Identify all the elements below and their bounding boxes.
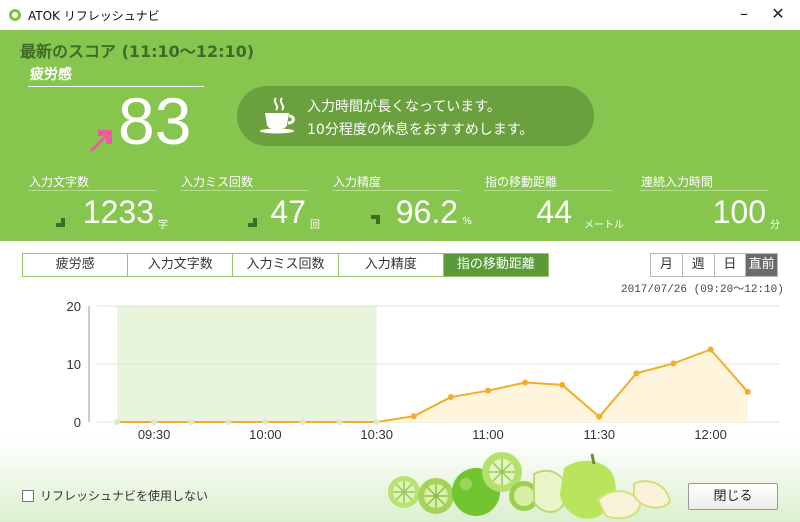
stat-label: 入力精度 [333, 175, 382, 189]
stat-label: 指の移動距離 [485, 175, 558, 189]
disable-navi-label: リフレッシュナビを使用しない [40, 489, 209, 503]
tab-accuracy[interactable]: 入力精度 [338, 254, 444, 276]
period-month-button[interactable]: 月 [651, 254, 683, 276]
fatigue-score: 83 [118, 84, 192, 158]
x-tick-label: 10:00 [249, 427, 282, 441]
period-recent-button[interactable]: 直前 [746, 254, 777, 276]
finger-distance-chart: 0 10 20 09:30 10:00 10:30 11:00 11:30 12:00 [67, 299, 780, 441]
trend-down-arrow-icon [53, 215, 65, 227]
y-tick-label: 10 [67, 357, 81, 372]
fruit-illustration [388, 452, 672, 520]
close-button[interactable]: 閉じる [688, 483, 778, 510]
stat-unit: 字 [158, 220, 168, 231]
stat-divider [28, 190, 156, 191]
stat-divider [332, 190, 460, 191]
trend-up-arrow-icon [368, 215, 380, 227]
coffee-cup-icon [260, 97, 295, 134]
data-point [522, 379, 529, 386]
tab-char-count[interactable]: 入力文字数 [128, 254, 234, 276]
y-tick-label: 0 [74, 415, 81, 430]
tab-miss-count[interactable]: 入力ミス回数 [233, 254, 339, 276]
advice-line-2: 10分程度の休息をおすすめします。 [307, 122, 534, 138]
fatigue-label: 疲労感 [30, 67, 72, 83]
period-week-button[interactable]: 週 [682, 254, 715, 276]
x-tick-label: 12:00 [694, 427, 727, 441]
data-point [336, 419, 343, 425]
x-tick-label: 10:30 [360, 427, 393, 441]
atok-app-icon [9, 9, 21, 21]
disable-navi-checkbox[interactable] [22, 489, 34, 502]
stat-divider [180, 190, 308, 191]
data-point [299, 419, 306, 425]
data-point [707, 346, 714, 353]
data-point [744, 388, 751, 395]
data-point [114, 419, 120, 425]
stat-value: 1233 [82, 194, 154, 230]
stat-miss-count: 入力ミス回数 47 回 [180, 172, 320, 232]
stat-accuracy: 入力精度 96.2 % [332, 172, 472, 232]
data-point [225, 419, 232, 425]
metric-tabs: 疲労感 入力文字数 入力ミス回数 入力精度 指の移動距離 [22, 253, 549, 277]
title-bar: ATOK リフレッシュナビ – ✕ [0, 0, 800, 30]
stat-unit: 回 [310, 220, 320, 231]
advice-line-1: 入力時間が長くなっています。 [307, 99, 501, 115]
stat-value: 47 [270, 194, 306, 230]
stat-value: 100 [712, 194, 766, 230]
data-point [410, 413, 417, 420]
x-tick-label: 11:00 [472, 427, 504, 441]
stat-label: 連続入力時間 [641, 175, 714, 189]
trend-down-arrow-icon [245, 215, 257, 227]
data-point [485, 387, 491, 394]
score-panel: 最新のスコア (11:10～12:10) 疲労感 83 入力時間が長くなっていま… [0, 30, 800, 241]
stat-value: 44 [536, 194, 572, 230]
stat-unit: 分 [770, 220, 780, 231]
stat-divider [484, 190, 612, 191]
data-point [447, 394, 454, 401]
data-point [670, 360, 677, 367]
stat-unit: メートル [584, 220, 624, 231]
stat-label: 入力ミス回数 [181, 175, 254, 189]
latest-score-heading: 最新のスコア (11:10～12:10) [20, 42, 255, 61]
period-day-button[interactable]: 日 [714, 254, 747, 276]
stat-char-count: 入力文字数 1233 字 [28, 172, 168, 232]
data-point [262, 419, 269, 425]
data-point [151, 419, 158, 425]
y-tick-label: 20 [67, 299, 81, 314]
x-tick-label: 09:30 [138, 427, 171, 441]
data-point [559, 381, 566, 388]
window-title: ATOK リフレッシュナビ [28, 9, 160, 23]
close-window-button[interactable]: ✕ [764, 2, 792, 26]
data-point [596, 413, 603, 420]
trend-up-arrow-icon [90, 130, 112, 152]
minimize-button[interactable]: – [730, 2, 758, 26]
period-selector: 月 週 日 直前 [650, 253, 778, 277]
advice-message: 入力時間が長くなっています。 10分程度の休息をおすすめします。 [237, 86, 594, 146]
disable-navi-option[interactable]: リフレッシュナビを使用しない [22, 487, 208, 504]
stat-finger-distance: 指の移動距離 44 メートル [484, 172, 624, 232]
data-point [188, 419, 195, 425]
stat-label: 入力文字数 [29, 175, 90, 189]
stat-continuous-time: 連続入力時間 100 分 [640, 172, 780, 232]
stat-unit: % [462, 216, 472, 227]
stat-value: 96.2 [395, 194, 458, 230]
data-point [373, 419, 380, 425]
tab-fatigue[interactable]: 疲労感 [23, 254, 129, 276]
data-point [633, 370, 640, 377]
tab-finger-distance[interactable]: 指の移動距離 [443, 254, 549, 276]
stat-divider [640, 190, 768, 191]
x-tick-label: 11:30 [584, 427, 616, 441]
